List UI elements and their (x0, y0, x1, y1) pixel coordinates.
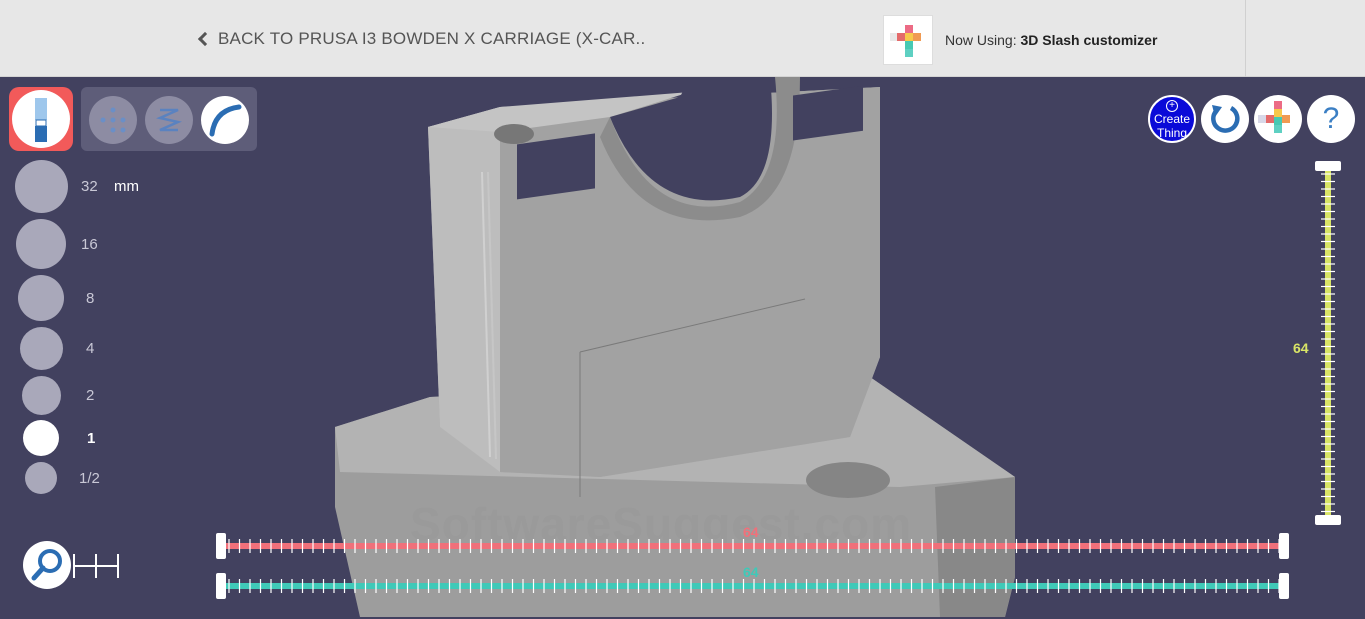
y-slider-handle-start[interactable] (216, 573, 226, 599)
x-slider-handle-end[interactable] (1279, 533, 1289, 559)
axis-sliders (216, 161, 1341, 599)
z-slider-handle-bottom[interactable] (1315, 515, 1341, 525)
y-slider-value: 64 (743, 564, 759, 580)
z-slider-value: 64 (1293, 340, 1309, 356)
y-slider-handle-end[interactable] (1279, 573, 1289, 599)
x-slider-handle-start[interactable] (216, 533, 226, 559)
z-slider-handle-top[interactable] (1315, 161, 1341, 171)
x-slider-track[interactable] (221, 543, 1284, 549)
x-slider-value: 64 (743, 524, 759, 540)
y-slider-track[interactable] (221, 583, 1284, 589)
